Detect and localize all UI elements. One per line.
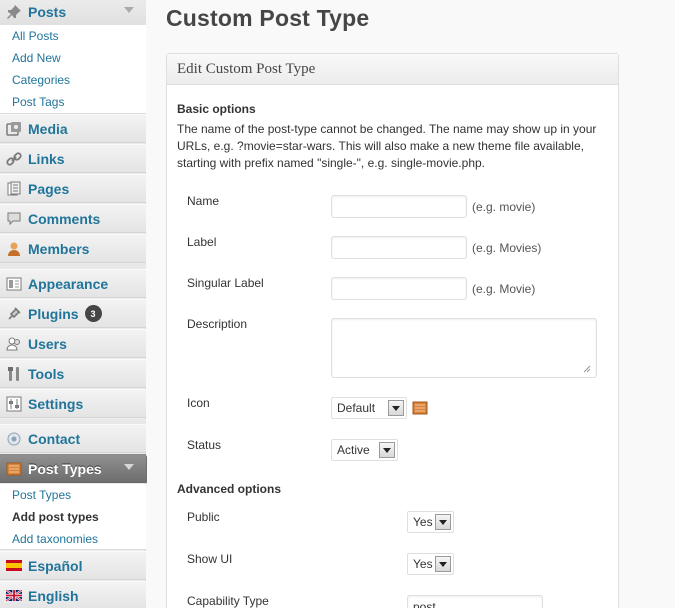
- menu-links[interactable]: Links: [0, 144, 146, 173]
- menu-appearance-label: Appearance: [28, 275, 109, 292]
- menu-comments[interactable]: Comments: [0, 204, 146, 233]
- menu-tools-label: Tools: [28, 365, 65, 382]
- singular-label-label: Singular Label: [187, 276, 264, 290]
- pushpin-icon: [6, 4, 22, 20]
- status-label: Status: [187, 438, 222, 452]
- settings-icon: [6, 396, 22, 412]
- dropdown-arrow-icon: [435, 556, 451, 572]
- icon-label: Icon: [187, 396, 210, 410]
- status-select-value: Active: [337, 443, 370, 457]
- description-label: Description: [187, 317, 248, 331]
- menu-users[interactable]: Users: [0, 329, 146, 358]
- capability-type-label: Capability Type: [187, 594, 269, 608]
- menu-settings[interactable]: Settings: [0, 389, 146, 418]
- menu-settings-label: Settings: [28, 395, 84, 412]
- menu-plugins[interactable]: Plugins 3: [0, 299, 146, 328]
- dropdown-arrow-icon: [388, 400, 404, 416]
- posts-submenu: All Posts Add New Categories Post Tags: [0, 25, 146, 114]
- menu-contact[interactable]: Contact: [0, 424, 146, 453]
- name-label: Name: [187, 194, 220, 208]
- menu-contact-label: Contact: [28, 430, 81, 447]
- label-label: Label: [187, 235, 217, 249]
- page-title: Custom Post Type: [166, 5, 370, 31]
- capability-type-input[interactable]: [407, 595, 543, 608]
- submenu-all-posts[interactable]: All Posts: [0, 25, 146, 47]
- submenu-add-taxonomies[interactable]: Add taxonomies: [0, 528, 146, 550]
- member-icon: [6, 241, 22, 257]
- menu-appearance[interactable]: Appearance: [0, 269, 146, 298]
- chevron-down-icon[interactable]: [124, 7, 134, 13]
- submenu-post-tags[interactable]: Post Tags: [0, 91, 146, 113]
- appearance-icon: [6, 276, 22, 292]
- menu-pages-label: Pages: [28, 180, 70, 197]
- postbox-title: Edit Custom Post Type: [167, 54, 618, 85]
- intro-description: The name of the post-type cannot be chan…: [177, 122, 597, 170]
- submenu-add-post-types[interactable]: Add post types: [0, 506, 146, 528]
- menu-posts[interactable]: Posts: [0, 0, 146, 26]
- menu-pages[interactable]: Pages: [0, 174, 146, 203]
- media-icon: [6, 121, 22, 137]
- advanced-options-heading: Advanced options: [177, 482, 282, 496]
- name-hint: (e.g. movie): [472, 200, 536, 214]
- pages-icon: [6, 181, 22, 197]
- contact-icon: [6, 431, 22, 447]
- menu-english-label: English: [28, 587, 79, 604]
- menu-espanol-label: Español: [28, 557, 83, 574]
- public-label: Public: [187, 510, 220, 524]
- spain-flag-icon: [6, 558, 22, 574]
- plugin-icon: [6, 306, 22, 322]
- submenu-post-types[interactable]: Post Types: [0, 484, 146, 506]
- update-count-badge: 3: [84, 305, 102, 322]
- resize-grip-icon[interactable]: [581, 362, 591, 373]
- menu-tools[interactable]: Tools: [0, 359, 146, 388]
- submenu-categories[interactable]: Categories: [0, 69, 146, 91]
- name-input[interactable]: [331, 195, 467, 218]
- icon-select-value: Default: [337, 401, 376, 415]
- singular-label-hint: (e.g. Movie): [472, 282, 536, 296]
- icon-select[interactable]: Default: [331, 397, 407, 419]
- public-select-value: Yes: [413, 515, 433, 529]
- post-type-icon-preview: [412, 400, 428, 416]
- menu-plugins-label: Plugins: [28, 305, 79, 322]
- singular-label-input[interactable]: [331, 277, 467, 300]
- submenu-add-new[interactable]: Add New: [0, 47, 146, 69]
- post-types-icon: [6, 461, 22, 477]
- menu-members-label: Members: [28, 240, 90, 257]
- description-textarea[interactable]: [331, 318, 597, 378]
- show-ui-select-value: Yes: [413, 557, 433, 571]
- comment-icon: [6, 211, 22, 227]
- chevron-down-icon[interactable]: [124, 464, 134, 470]
- menu-media-label: Media: [28, 120, 68, 137]
- show-ui-select[interactable]: Yes: [407, 553, 454, 575]
- main-content: Custom Post Type Edit Custom Post Type B…: [147, 0, 675, 608]
- menu-posts-label: Posts: [28, 3, 67, 20]
- dropdown-arrow-icon: [379, 442, 395, 458]
- label-input[interactable]: [331, 236, 467, 259]
- basic-options-heading: Basic options: [177, 102, 256, 116]
- admin-sidebar: Posts All Posts Add New Categories Post …: [0, 0, 154, 608]
- menu-members[interactable]: Members: [0, 234, 146, 263]
- users-icon: [6, 336, 22, 352]
- menu-media[interactable]: Media: [0, 114, 146, 143]
- menu-users-label: Users: [28, 335, 67, 352]
- menu-post-types[interactable]: Post Types: [0, 454, 154, 484]
- post-types-submenu: Post Types Add post types Add taxonomies: [0, 484, 146, 550]
- menu-espanol[interactable]: Español: [0, 551, 146, 580]
- public-select[interactable]: Yes: [407, 511, 454, 533]
- menu-english[interactable]: English: [0, 581, 146, 608]
- dropdown-arrow-icon: [435, 514, 451, 530]
- menu-post-types-label: Post Types: [28, 460, 102, 477]
- edit-post-type-box: Edit Custom Post Type Basic options The …: [166, 53, 619, 608]
- show-ui-label: Show UI: [187, 552, 233, 566]
- label-hint: (e.g. Movies): [472, 241, 542, 255]
- link-icon: [6, 151, 22, 167]
- menu-comments-label: Comments: [28, 210, 101, 227]
- tools-icon: [6, 366, 22, 382]
- status-select[interactable]: Active: [331, 439, 398, 461]
- uk-flag-icon: [6, 588, 22, 604]
- menu-links-label: Links: [28, 150, 65, 167]
